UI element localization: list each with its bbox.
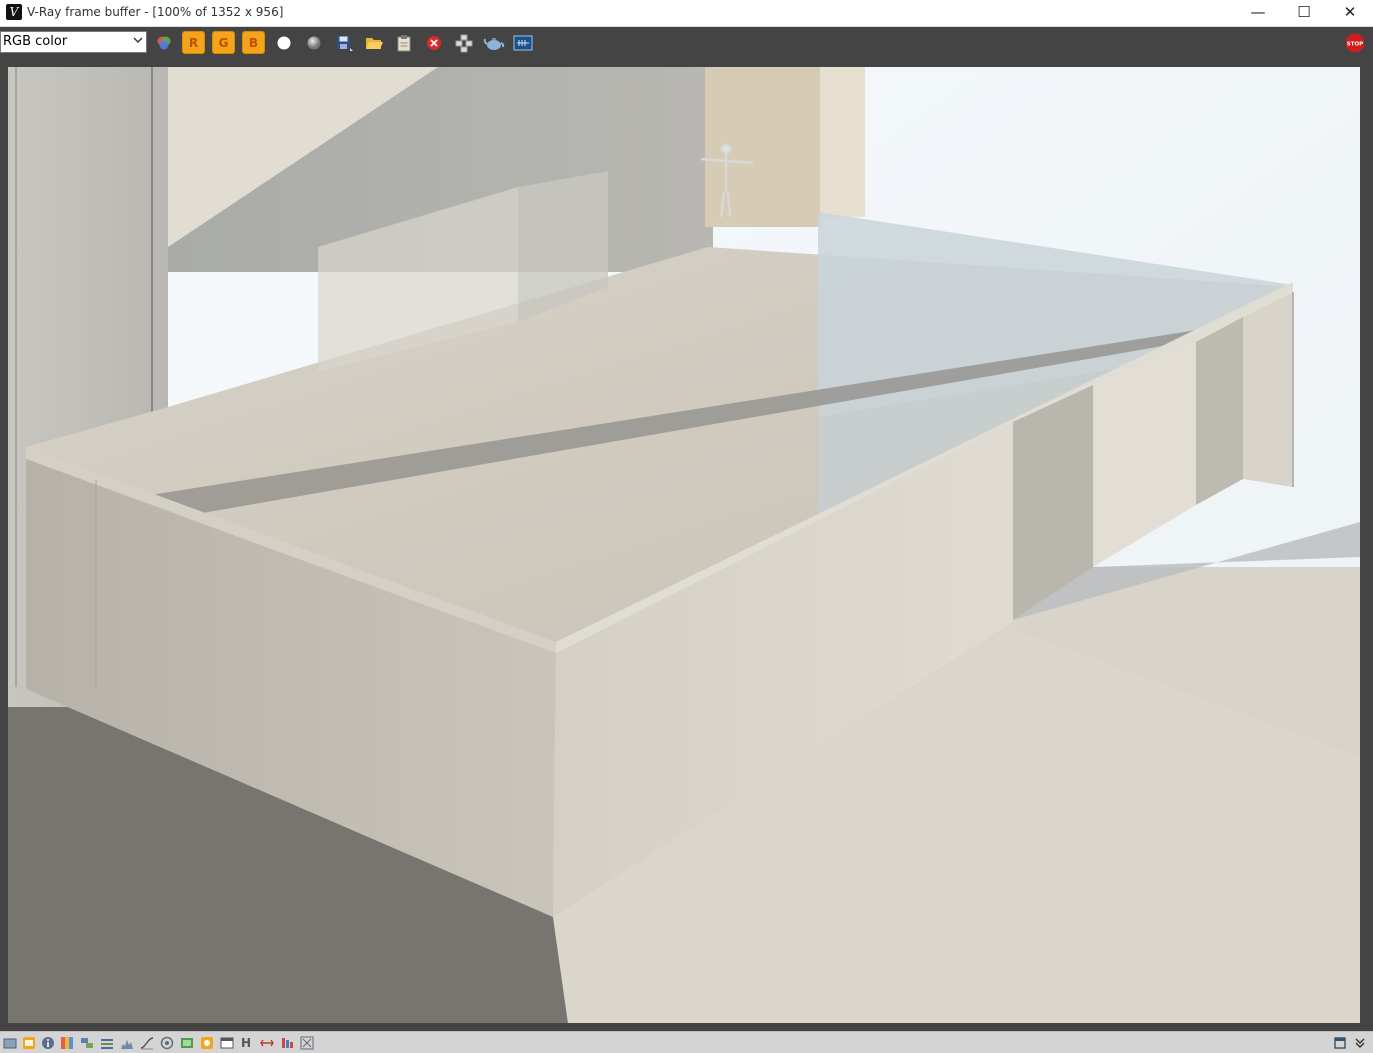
render-last-button[interactable] <box>482 31 505 54</box>
title-bar: V V-Ray frame buffer - [100% of 1352 x 9… <box>0 0 1373 27</box>
expand-icon <box>1334 1037 1346 1049</box>
mono-sphere-button[interactable] <box>302 31 325 54</box>
vray-logo-icon: V <box>6 4 22 20</box>
minimize-button[interactable]: — <box>1235 0 1281 26</box>
save-image-icon <box>336 35 353 51</box>
settings-button[interactable] <box>200 1036 214 1050</box>
clear-image-icon <box>426 35 441 50</box>
toolbar: RGB color R G B STOP <box>0 27 1373 58</box>
green-channel-button[interactable]: G <box>212 31 235 54</box>
history-icon <box>23 1037 35 1049</box>
pan-button[interactable] <box>280 1036 294 1050</box>
histogram-button[interactable] <box>120 1036 134 1050</box>
pan-icon <box>282 1038 293 1048</box>
rendered-image[interactable] <box>8 67 1360 1023</box>
frame-button[interactable] <box>3 1036 17 1050</box>
white-sphere-button[interactable] <box>272 31 295 54</box>
stereo-icon <box>260 1039 274 1047</box>
stop-render-icon: STOP <box>1345 33 1364 52</box>
display-button[interactable] <box>180 1036 194 1050</box>
close-button[interactable]: ✕ <box>1327 0 1373 26</box>
copy-to-clipboard-button[interactable] <box>392 31 415 54</box>
vray-frame-buffer-window: V V-Ray frame buffer - [100% of 1352 x 9… <box>0 0 1373 1053</box>
blue-channel-icon: B <box>248 35 259 50</box>
settings-icon <box>201 1037 213 1049</box>
display-icon <box>181 1038 193 1048</box>
render-viewport[interactable] <box>0 58 1373 1031</box>
save-image-button[interactable] <box>332 31 355 54</box>
info-icon <box>42 1037 54 1049</box>
compare-button[interactable] <box>300 1036 314 1050</box>
lens-icon <box>160 1036 174 1050</box>
history-button[interactable] <box>22 1036 36 1050</box>
color-correction-icon <box>61 1037 73 1049</box>
window-button[interactable] <box>220 1036 234 1050</box>
red-channel-button[interactable]: R <box>182 31 205 54</box>
collapse-button[interactable] <box>1353 1036 1367 1050</box>
stop-render-button[interactable]: STOP <box>1343 31 1366 54</box>
stereo-button[interactable] <box>260 1036 274 1050</box>
collapse-icon <box>1355 1038 1365 1048</box>
lut-button[interactable] <box>100 1036 114 1050</box>
white-sphere-icon <box>277 36 290 49</box>
blue-channel-button[interactable]: B <box>242 31 265 54</box>
render-scene <box>8 67 1360 1023</box>
region-render-icon <box>455 34 472 52</box>
info-button[interactable] <box>41 1036 55 1050</box>
h-button[interactable]: H <box>241 1036 255 1050</box>
stop-label: STOP <box>1346 41 1362 47</box>
window-title: V-Ray frame buffer - [100% of 1352 x 956… <box>27 5 284 19</box>
h-icon: H <box>241 1036 252 1050</box>
channel-select[interactable]: RGB color <box>0 31 147 53</box>
channel-select-value: RGB color <box>3 34 68 49</box>
clear-image-button[interactable] <box>422 31 445 54</box>
layers-button[interactable] <box>80 1036 94 1050</box>
maximize-button[interactable]: ☐ <box>1281 0 1327 26</box>
mono-sphere-icon <box>307 36 320 49</box>
histogram-icon <box>121 1040 133 1049</box>
green-channel-icon: G <box>218 35 229 50</box>
curves-icon <box>140 1037 154 1050</box>
lut-icon <box>101 1039 113 1049</box>
teapot-render-icon <box>483 37 504 50</box>
lens-effects-button[interactable] <box>160 1036 174 1050</box>
red-channel-icon: R <box>188 35 199 50</box>
rgb-channels-icon <box>157 36 170 49</box>
compare-icon <box>300 1036 314 1050</box>
curves-button[interactable] <box>140 1036 154 1050</box>
expand-button[interactable] <box>1333 1036 1347 1050</box>
open-folder-icon <box>365 37 383 49</box>
open-image-button[interactable] <box>362 31 385 54</box>
rgb-channels-button[interactable] <box>152 31 175 54</box>
vray-log-button[interactable] <box>511 31 534 54</box>
layers-icon <box>81 1038 93 1048</box>
chevron-down-icon <box>133 37 143 43</box>
color-correction-button[interactable] <box>60 1036 74 1050</box>
window-icon <box>220 1037 234 1049</box>
status-bar: H <box>0 1031 1373 1053</box>
region-render-button[interactable] <box>452 31 475 54</box>
clipboard-icon <box>397 34 410 51</box>
vray-log-icon <box>513 35 532 50</box>
frame-icon <box>3 1038 17 1049</box>
